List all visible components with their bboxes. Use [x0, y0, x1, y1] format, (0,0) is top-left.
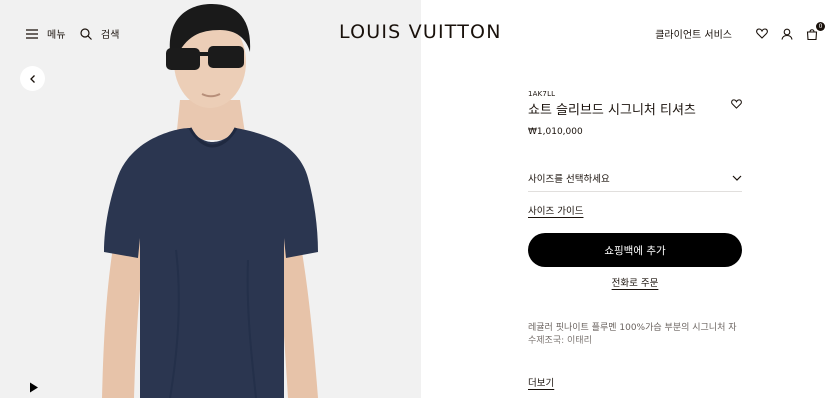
header-left-nav: 메뉴 검색	[26, 26, 134, 41]
cart-count-badge: 0	[816, 21, 825, 31]
size-select-label: 사이즈를 선택하세요	[528, 173, 610, 185]
wishlist-heart-icon[interactable]	[731, 94, 743, 109]
size-select-dropdown[interactable]: 사이즈를 선택하세요	[528, 164, 742, 192]
search-link[interactable]: 검색	[101, 26, 120, 41]
site-header: 메뉴 검색 LOUIS VUITTON 클라이언트 서비스 0	[0, 0, 835, 68]
size-guide-link[interactable]: 사이즈 가이드	[528, 203, 583, 217]
product-title: 쇼트 슬리브드 시그니처 티셔츠	[528, 103, 696, 118]
menu-link[interactable]: 메뉴	[47, 26, 66, 41]
chevron-down-icon	[732, 175, 742, 181]
user-icon[interactable]	[780, 27, 794, 41]
add-to-bag-button[interactable]: 쇼핑백에 추가	[528, 233, 742, 267]
client-service-link[interactable]: 클라이언트 서비스	[655, 26, 732, 41]
header-right-nav: 클라이언트 서비스 0	[655, 21, 825, 41]
brand-logo[interactable]: LOUIS VUITTON	[339, 21, 502, 43]
product-sku: 1AK7LL	[528, 90, 556, 98]
previous-image-button[interactable]	[20, 66, 45, 91]
play-video-button[interactable]	[27, 380, 41, 394]
chevron-left-icon	[29, 74, 35, 83]
search-icon[interactable]	[80, 27, 92, 40]
play-icon	[30, 382, 38, 392]
phone-order-link[interactable]: 전화로 주문	[528, 275, 742, 289]
shopping-bag-icon[interactable]: 0	[805, 21, 825, 41]
heart-icon[interactable]	[755, 27, 769, 41]
product-price: ₩1,010,000	[528, 127, 583, 137]
product-details-panel: 1AK7LL 쇼트 슬리브드 시그니처 티셔츠 ₩1,010,000 사이즈를 …	[528, 90, 744, 289]
read-more-link[interactable]: 더보기	[528, 375, 554, 389]
menu-icon[interactable]	[26, 28, 38, 40]
description-fade	[528, 336, 744, 364]
